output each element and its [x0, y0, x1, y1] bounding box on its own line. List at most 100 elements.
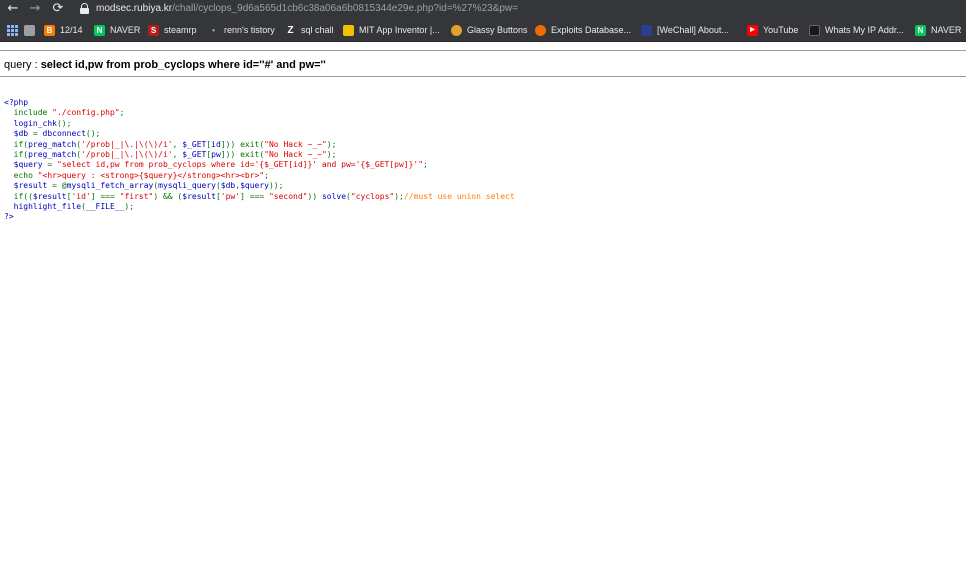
code-token: ] === [90, 191, 120, 201]
code-token: //must use union select [403, 191, 515, 201]
code-token: mysqli_query [158, 181, 216, 191]
code-token: $db [4, 129, 33, 139]
code-token: )) [307, 191, 322, 201]
bookmark-naver-2[interactable]: N NAVER [915, 23, 961, 37]
code-line: <?php [4, 98, 515, 108]
bookmark-sql-chall[interactable]: Zsql chall [285, 23, 333, 37]
code-token: ); [326, 150, 337, 160]
lock-icon[interactable] [80, 3, 89, 14]
query-value: select id,pw from prob_cyclops where id=… [40, 59, 326, 71]
code-token: , [172, 139, 183, 149]
code-token: ; [264, 170, 269, 180]
browser-toolbar: ← → ⟳ modsec.rubiya.kr/chall/cyclops_9d6… [0, 0, 966, 18]
code-line: ?> [4, 212, 515, 222]
back-arrow-icon[interactable]: ← [5, 1, 21, 17]
code-token: preg_match [28, 150, 77, 160]
z-icon: Z [287, 24, 294, 36]
code-token: ] === [240, 191, 269, 201]
bookmark-whats-my-ip[interactable]: Whats My IP Addr... [809, 23, 904, 37]
reload-icon[interactable]: ⟳ [50, 1, 66, 17]
code-token: if( [4, 150, 29, 160]
code-token: highlight_file [4, 202, 82, 212]
code-token: , [172, 150, 183, 160]
code-token: ])) exit( [220, 150, 265, 160]
code-token: = @ [52, 181, 67, 191]
code-token: "<hr>query : <strong>{$query}</strong><h… [37, 170, 265, 180]
code-token: pw [211, 150, 221, 160]
glassy-buttons-icon [451, 24, 462, 36]
bookmark-apps[interactable] [7, 23, 18, 37]
code-line: $result = @mysqli_fetch_array(mysqli_que… [4, 181, 515, 191]
code-line: if(preg_match('/prob|_|\.|\(\)/i', $_GET… [4, 140, 515, 150]
bookmark-exploits-database[interactable]: Exploits Database... [535, 23, 631, 37]
code-token: mysqli_fetch_array [66, 181, 154, 191]
code-token: "./config.php" [52, 108, 120, 118]
wechall-icon [641, 24, 652, 36]
code-token: ); [394, 191, 404, 201]
code-token: ); [124, 202, 135, 212]
code-token: )); [268, 181, 284, 191]
code-token: "second" [268, 191, 308, 201]
code-token: if( [4, 139, 29, 149]
forward-arrow-icon[interactable]: → [27, 1, 43, 17]
bookmarks-bar: B 12/14 N NAVER Ssteamrp • renn's tistory Z… [0, 18, 966, 42]
code-token: ?> [4, 212, 14, 222]
code-token: (); [85, 129, 101, 139]
naver-icon: N [915, 24, 926, 36]
code-line: echo "<hr>query : <strong>{$query}</stro… [4, 171, 515, 181]
code-line: highlight_file(__FILE__); [4, 202, 515, 212]
code-token: include [13, 108, 53, 118]
code-token: if(( [4, 191, 33, 201]
code-token: $result [32, 191, 67, 201]
code-token: $db [220, 181, 236, 191]
code-token: "first" [119, 191, 154, 201]
code-token: id [211, 139, 221, 149]
exploit-db-icon [535, 24, 546, 36]
code-token: 'id' [71, 191, 91, 201]
code-token: $result [182, 191, 216, 201]
code-token: ) && ( [153, 191, 183, 201]
code-token: '/prob|_|\.|\(\)/i' [81, 139, 173, 149]
code-token: '/prob|_|\.|\(\)/i' [81, 150, 173, 160]
query-line: query : select id,pw from prob_cyclops w… [4, 58, 326, 72]
code-token: preg_match [28, 139, 77, 149]
code-token: dbconnect [42, 129, 86, 139]
bookmark-folder[interactable] [24, 23, 40, 37]
code-line: if(($result['id'] === "first") && ($resu… [4, 192, 515, 202]
code-token: solve [321, 191, 347, 201]
url-path: /chall/cyclops_9d6a565d1cb6c38a06a6b0815… [172, 3, 518, 14]
steamrp-icon: S [148, 24, 159, 36]
code-token: ); [326, 139, 337, 149]
youtube-icon: ▶ [747, 24, 758, 36]
bookmark-youtube[interactable]: ▶ YouTube [747, 23, 798, 37]
code-token: 'pw' [220, 191, 241, 201]
apps-grid-icon [7, 24, 18, 36]
code-token: (); [56, 118, 72, 128]
code-token: "select id,pw from prob_cyclops where id… [57, 160, 424, 170]
bookmark-naver[interactable]: N NAVER [94, 23, 140, 37]
code-line: if(preg_match('/prob|_|\.|\(\)/i', $_GET… [4, 150, 515, 160]
bookmark-glassy-buttons[interactable]: Glassy Buttons [451, 23, 528, 37]
code-token: $query [240, 181, 269, 191]
bookmark-wechall[interactable]: [WeChall] About... [641, 23, 729, 37]
divider-bottom [0, 76, 966, 77]
code-token: = [32, 129, 43, 139]
url-host: modsec.rubiya.kr [96, 3, 173, 14]
code-token: <?php [4, 98, 29, 107]
naver-icon: N [94, 24, 105, 36]
mit-app-inventor-icon [343, 24, 354, 36]
bookmark-mit-app-inventor[interactable]: MIT App Inventor |... [343, 23, 440, 37]
code-token: $query [4, 160, 48, 170]
code-line: include "./config.php"; [4, 108, 515, 118]
code-token: echo [4, 170, 38, 180]
code-token: $_GET [182, 139, 207, 149]
bookmark-1214[interactable]: B 12/14 [44, 23, 83, 37]
divider-top [0, 50, 966, 51]
bookmark-renns-tistory[interactable]: • renn's tistory [208, 23, 275, 37]
code-token: ; [423, 160, 428, 170]
ip-icon [809, 24, 820, 36]
code-token: login_chk [4, 118, 57, 128]
address-bar[interactable]: modsec.rubiya.kr/chall/cyclops_9d6a565d1… [96, 2, 518, 16]
bookmark-steamrp[interactable]: Ssteamrp [148, 23, 197, 37]
